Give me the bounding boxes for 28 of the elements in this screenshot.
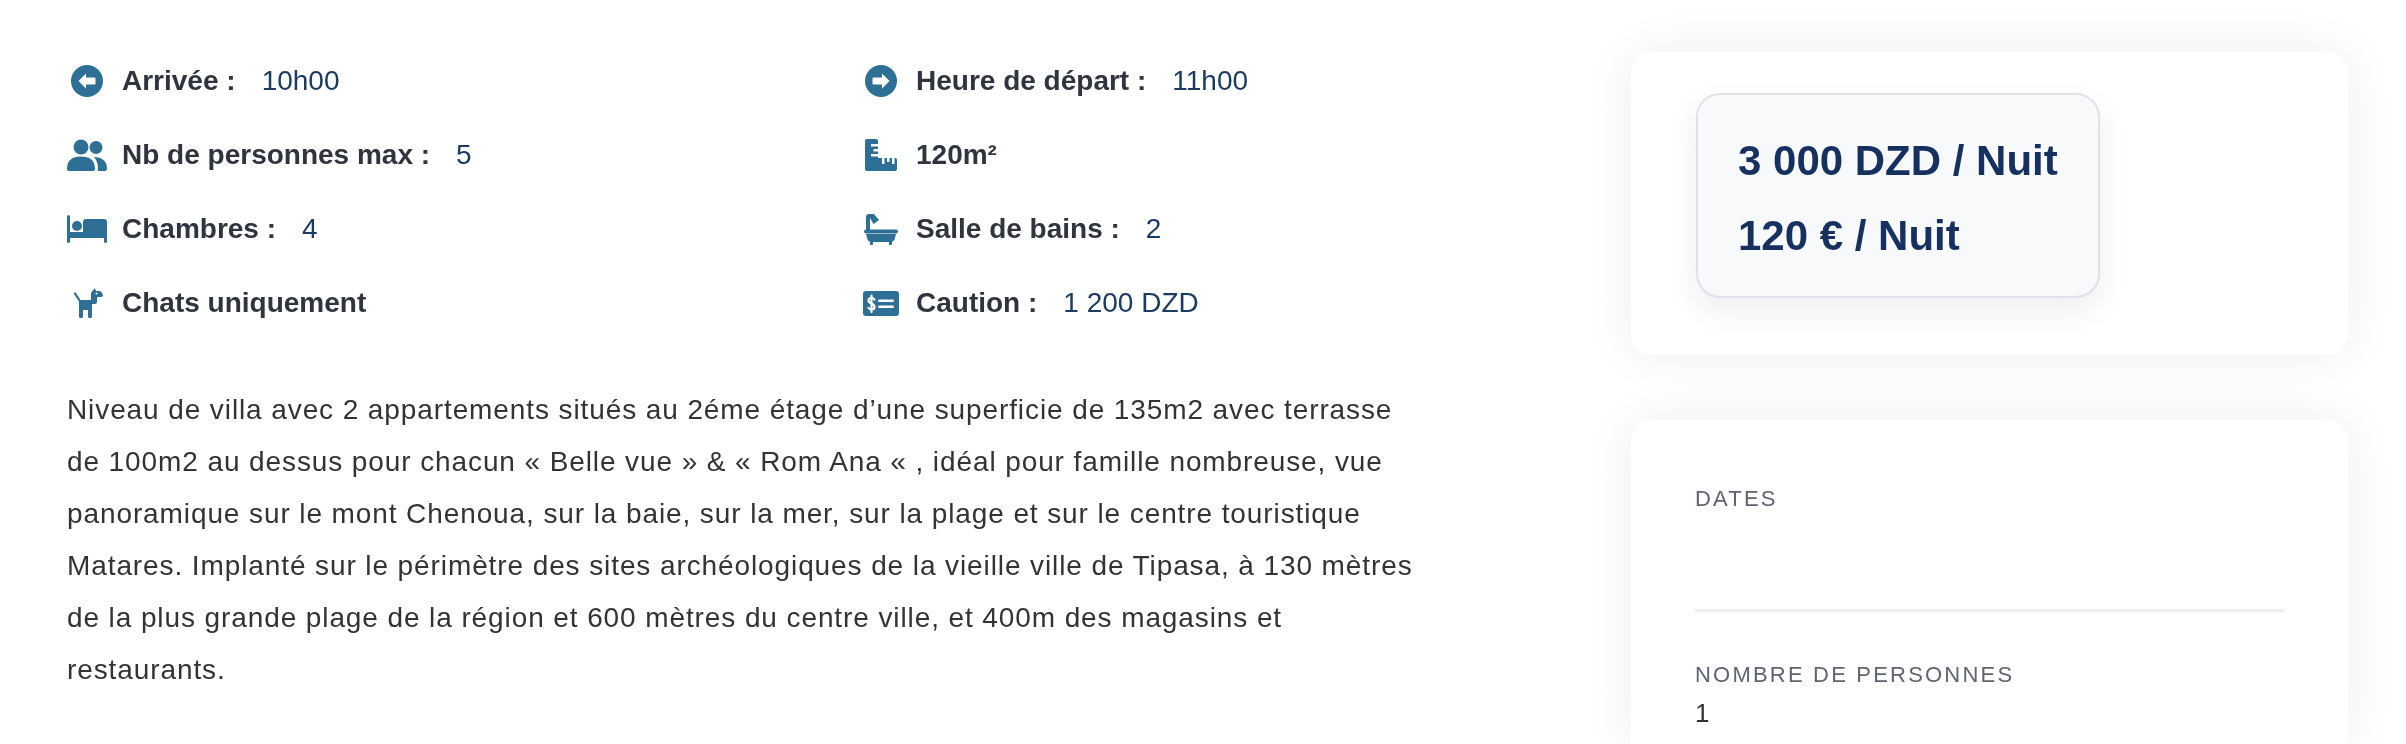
feature-label: Caution :	[916, 286, 1038, 320]
price-text: 3 000 DZD / Nuit	[1738, 136, 2058, 186]
feature-label: Chats uniquement	[122, 286, 367, 320]
feature-value: 10h00	[261, 64, 340, 98]
field-label: NOMBRE DE PERSONNES	[1695, 662, 2016, 688]
feature-value: 5	[456, 138, 472, 172]
feature-label: 120m²	[916, 138, 997, 172]
dollar-card-icon	[863, 290, 899, 316]
field-label: DATES	[1695, 486, 1779, 512]
price-text: 120 € / Nuit	[1738, 211, 1961, 261]
arrow-left-circle-icon	[71, 65, 103, 97]
feature-value: 11h00	[1172, 64, 1249, 98]
ruler-icon	[865, 139, 897, 171]
feature-label: Nb de personnes max :	[122, 138, 431, 172]
number-field[interactable]: 1	[1695, 688, 2284, 742]
feature-label: Heure de départ :	[916, 64, 1147, 98]
feature-label: Arrivée :	[122, 64, 236, 98]
feature-value: 2	[1145, 212, 1162, 246]
feature-value: 4	[302, 212, 318, 246]
description-text: Niveau de villa avec 2 appartements situés au 2éme étage d’une superficie de 135m2 avec terrasse de 100m2 au dessus pour chacun « Belle vue » & « Rom Ana « , idéal pour famille nombreuse, vue panoramique sur le mont Chenoua, sur la baie, sur la mer, sur la plage et sur le centre touristique Matares. Implanté sur le périmètre des sites archéologiques de la vieille ville de Tipasa, à 130 mètres de la plus grande plage de la région et 600 mètres du centre ville, et 400m des magasins et restaurants.	[67, 393, 1414, 687]
feature-label: Chambres :	[122, 212, 277, 246]
people-icon	[67, 139, 107, 171]
dog-icon	[71, 288, 103, 318]
bed-icon	[67, 215, 107, 243]
feature-label: Salle de bains :	[916, 212, 1120, 246]
bathtub-icon	[864, 213, 898, 245]
arrow-right-circle-icon	[865, 65, 897, 97]
feature-value: 1 200 DZD	[1063, 286, 1199, 320]
